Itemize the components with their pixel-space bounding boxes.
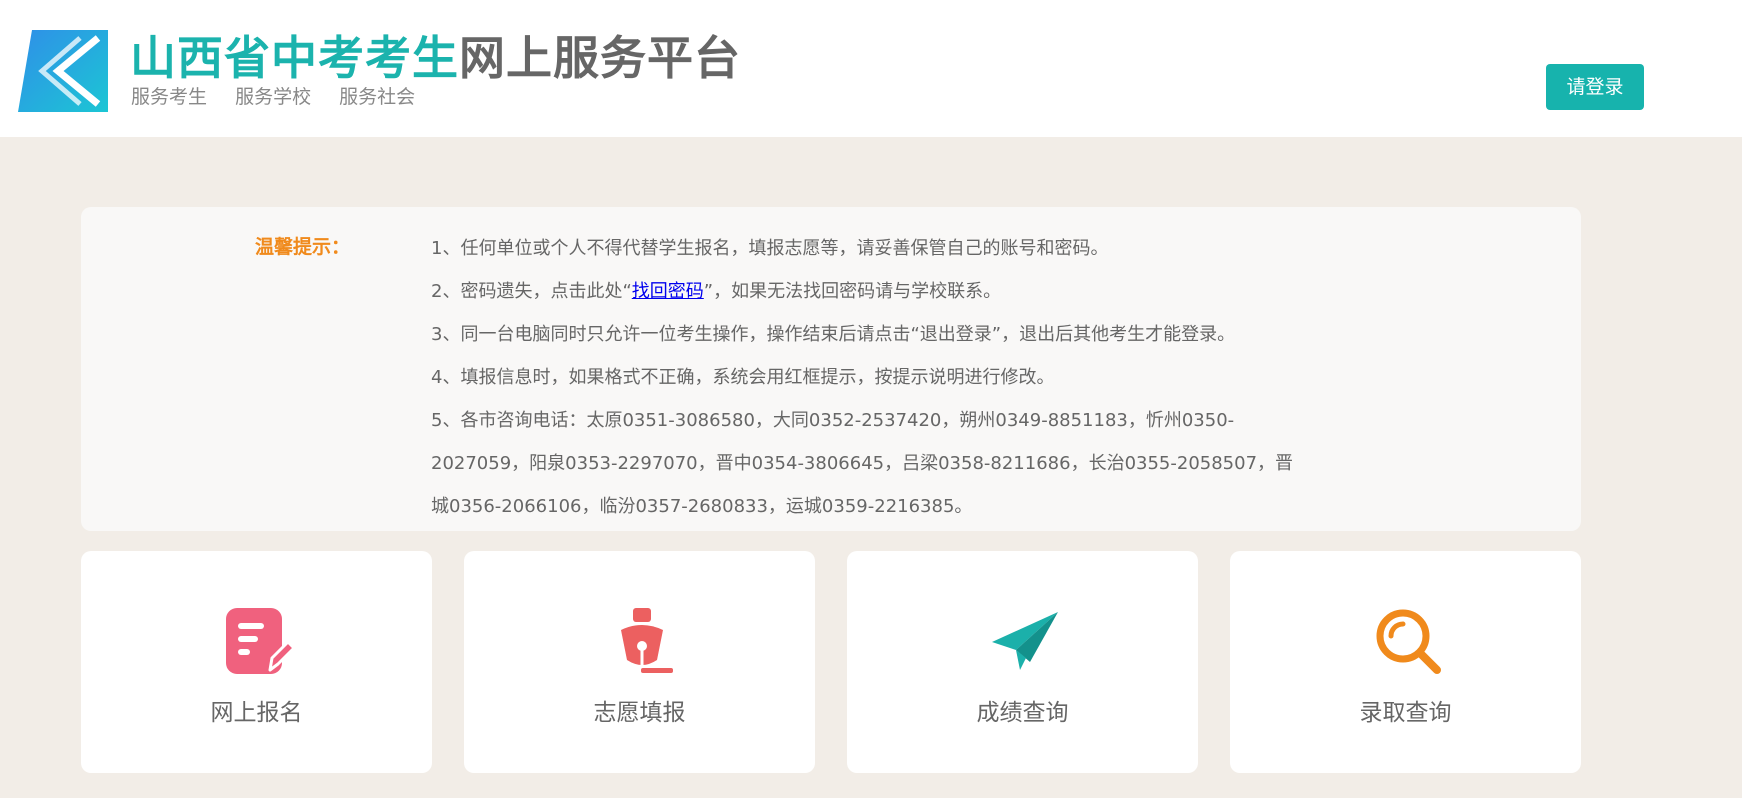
slogan-society: 服务社会 <box>339 86 416 108</box>
site-title: 山西省中考考生网上服务平台 <box>130 28 741 88</box>
paper-plane-icon <box>992 612 1058 670</box>
recover-password-link[interactable]: 找回密码 <box>632 281 704 302</box>
notice-item-text: ”，如果无法找回密码请与学校联系。 <box>703 281 1002 302</box>
form-edit-icon <box>226 608 294 674</box>
notice-item-text: 2、密码遗失，点击此处“ <box>431 281 632 302</box>
card-label: 录取查询 <box>1359 700 1452 726</box>
service-cards: 网上报名 志愿填报 成绩查询 录取查询 <box>81 551 1581 773</box>
magnifier-icon <box>1376 609 1441 674</box>
site-title-platform: 网上服务平台 <box>459 31 741 85</box>
notice-item: 5、各市咨询电话：太原0351-3086580，大同0352-2537420，朔… <box>431 410 1294 517</box>
notice-label: 温馨提示： <box>255 236 351 258</box>
notice-item: 1、任何单位或个人不得代替学生报名，填报志愿等，请妥善保管自己的账号和密码。 <box>431 238 1109 259</box>
logo-icon <box>18 30 108 112</box>
admission-query-card[interactable]: 录取查询 <box>1230 551 1581 773</box>
card-label: 网上报名 <box>210 700 303 726</box>
slogan-schools: 服务学校 <box>235 86 312 108</box>
slogan-students: 服务考生 <box>131 86 208 108</box>
notice-panel: 温馨提示： 1、任何单位或个人不得代替学生报名，填报志愿等，请妥善保管自己的账号… <box>81 207 1581 531</box>
volunteer-application-card[interactable]: 志愿填报 <box>464 551 815 773</box>
fountain-pen-icon <box>621 608 673 673</box>
notice-item: 4、填报信息时，如果格式不正确，系统会用红框提示，按提示说明进行修改。 <box>431 367 1055 388</box>
site-header: 山西省中考考生网上服务平台 服务考生 服务学校 服务社会 请登录 <box>0 0 1742 137</box>
card-label: 志愿填报 <box>593 700 686 726</box>
login-button[interactable]: 请登录 <box>1546 64 1644 110</box>
notice-list: 1、任何单位或个人不得代替学生报名，填报志愿等，请妥善保管自己的账号和密码。 2… <box>431 227 1311 528</box>
score-query-card[interactable]: 成绩查询 <box>847 551 1198 773</box>
card-label: 成绩查询 <box>976 700 1069 726</box>
online-registration-card[interactable]: 网上报名 <box>81 551 432 773</box>
site-title-province: 山西省中考考生 <box>130 31 459 85</box>
slogan-row: 服务考生 服务学校 服务社会 <box>131 84 437 110</box>
notice-item: 2、密码遗失，点击此处“找回密码”，如果无法找回密码请与学校联系。 <box>431 270 1311 313</box>
notice-item: 3、同一台电脑同时只允许一位考生操作，操作结束后请点击“退出登录”，退出后其他考… <box>431 324 1236 345</box>
